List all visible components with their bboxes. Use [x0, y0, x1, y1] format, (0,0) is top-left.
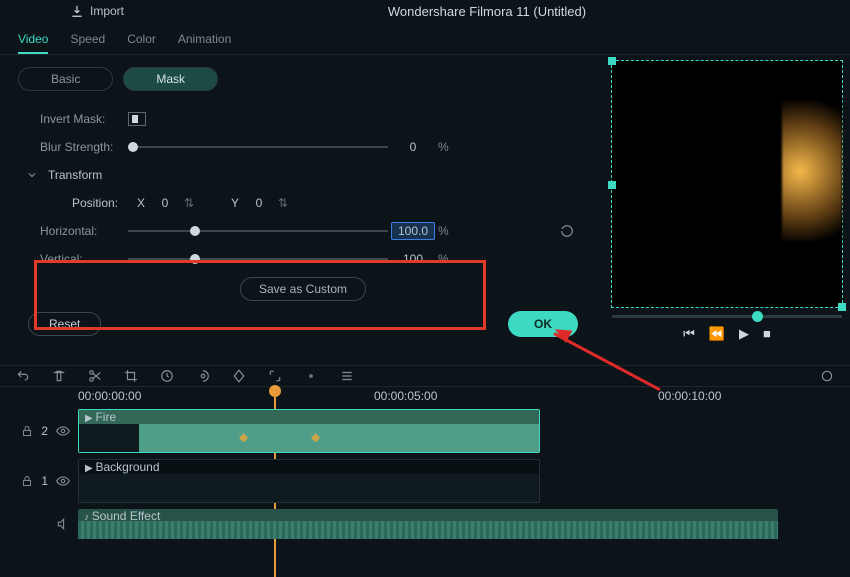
- horizontal-unit: %: [438, 224, 454, 238]
- blur-strength-label: Blur Strength:: [40, 140, 128, 154]
- lock-icon[interactable]: [21, 425, 33, 437]
- import-button[interactable]: Import: [70, 4, 124, 18]
- expand-icon[interactable]: [268, 369, 282, 383]
- crop-icon[interactable]: [124, 369, 138, 383]
- delete-icon[interactable]: [52, 369, 66, 383]
- speed-icon[interactable]: [160, 369, 174, 383]
- timecode: 00:00:05:00: [374, 389, 437, 403]
- horizontal-slider[interactable]: [128, 230, 388, 232]
- play-button[interactable]: ▶: [739, 326, 749, 342]
- preview-content: [782, 101, 842, 241]
- prev-frame-button[interactable]: ⏮: [683, 326, 695, 342]
- subtab-mask[interactable]: Mask: [123, 67, 218, 91]
- vertical-unit: %: [438, 252, 454, 266]
- layer-index: 2: [41, 424, 48, 438]
- keyframe-icon[interactable]: [232, 369, 246, 383]
- timeline-ruler[interactable]: 00:00:00:00 00:00:05:00 00:00:10:00: [78, 387, 850, 409]
- undo-icon[interactable]: [560, 224, 574, 238]
- preview-viewport[interactable]: [612, 61, 842, 307]
- reset-button[interactable]: Reset: [28, 312, 101, 336]
- adjust-icon[interactable]: [196, 369, 210, 383]
- crop-handle[interactable]: [608, 57, 616, 65]
- keyframe-marker[interactable]: ◆: [311, 430, 320, 444]
- vertical-value[interactable]: 100: [388, 252, 438, 266]
- subtab-basic[interactable]: Basic: [18, 67, 113, 91]
- blur-strength-unit: %: [438, 140, 454, 154]
- position-y-value[interactable]: 0: [244, 196, 274, 210]
- eye-icon[interactable]: [56, 424, 70, 438]
- step-back-button[interactable]: ⏪: [709, 326, 725, 342]
- menu-icon[interactable]: [340, 369, 354, 383]
- app-title: Wondershare Filmora 11 (Untitled): [124, 4, 850, 19]
- position-x-stepper[interactable]: ⇅: [180, 195, 198, 211]
- blur-strength-value[interactable]: 0: [388, 140, 438, 154]
- record-icon[interactable]: [820, 369, 834, 383]
- clip-background[interactable]: ▶ Background: [78, 459, 540, 503]
- import-label: Import: [90, 4, 124, 18]
- position-y-stepper[interactable]: ⇅: [274, 195, 292, 211]
- keyframe-marker[interactable]: ◆: [239, 430, 248, 444]
- split-icon[interactable]: [88, 369, 102, 383]
- undo-icon[interactable]: [16, 369, 30, 383]
- playhead-handle[interactable]: [269, 385, 281, 397]
- transform-section-label: Transform: [48, 168, 102, 182]
- eye-icon[interactable]: [56, 474, 70, 488]
- tab-speed[interactable]: Speed: [70, 28, 105, 54]
- vertical-label: Vertical:: [40, 252, 128, 266]
- dot-icon[interactable]: [304, 369, 318, 383]
- position-y-label: Y: [226, 196, 244, 210]
- lock-icon[interactable]: [21, 475, 33, 487]
- inspector-panel: Basic Mask Invert Mask: Blur Strength: 0…: [0, 55, 606, 365]
- position-label: Position:: [72, 196, 132, 210]
- preview-panel: ⏮ ⏪ ▶ ■: [606, 55, 850, 365]
- inspector-tabs: Video Speed Color Animation: [0, 22, 850, 55]
- stop-button[interactable]: ■: [763, 326, 771, 342]
- layer-index: 1: [41, 474, 48, 488]
- tab-video[interactable]: Video: [18, 28, 48, 54]
- horizontal-label: Horizontal:: [40, 224, 128, 238]
- position-x-label: X: [132, 196, 150, 210]
- ok-button[interactable]: OK: [508, 311, 578, 337]
- timecode: 00:00:00:00: [78, 389, 141, 403]
- import-icon: [70, 4, 84, 18]
- tab-animation[interactable]: Animation: [178, 28, 231, 54]
- timeline-toolbar: [0, 365, 850, 387]
- crop-handle[interactable]: [838, 303, 846, 311]
- clip-fire[interactable]: ▶ Fire ◆ ◆: [78, 409, 540, 453]
- save-as-custom-button[interactable]: Save as Custom: [240, 277, 366, 301]
- chevron-down-icon[interactable]: [26, 169, 38, 181]
- clip-sound-effect[interactable]: ♪ Sound Effect: [78, 509, 778, 539]
- speaker-icon[interactable]: [56, 517, 70, 531]
- playback-slider[interactable]: [612, 315, 842, 318]
- clip-label: Background: [95, 460, 159, 474]
- horizontal-value[interactable]: 100.0: [391, 222, 435, 240]
- blur-strength-slider[interactable]: [128, 146, 388, 148]
- invert-mask-toggle[interactable]: [128, 112, 146, 126]
- waveform: [78, 521, 778, 539]
- position-x-value[interactable]: 0: [150, 196, 180, 210]
- tab-color[interactable]: Color: [127, 28, 156, 54]
- timecode: 00:00:10:00: [658, 389, 721, 403]
- crop-handle[interactable]: [608, 181, 616, 189]
- invert-mask-label: Invert Mask:: [40, 112, 128, 126]
- clip-label: Fire: [95, 410, 116, 424]
- vertical-slider[interactable]: [128, 258, 388, 260]
- timeline: 00:00:00:00 00:00:05:00 00:00:10:00 2 ▶ …: [0, 387, 850, 547]
